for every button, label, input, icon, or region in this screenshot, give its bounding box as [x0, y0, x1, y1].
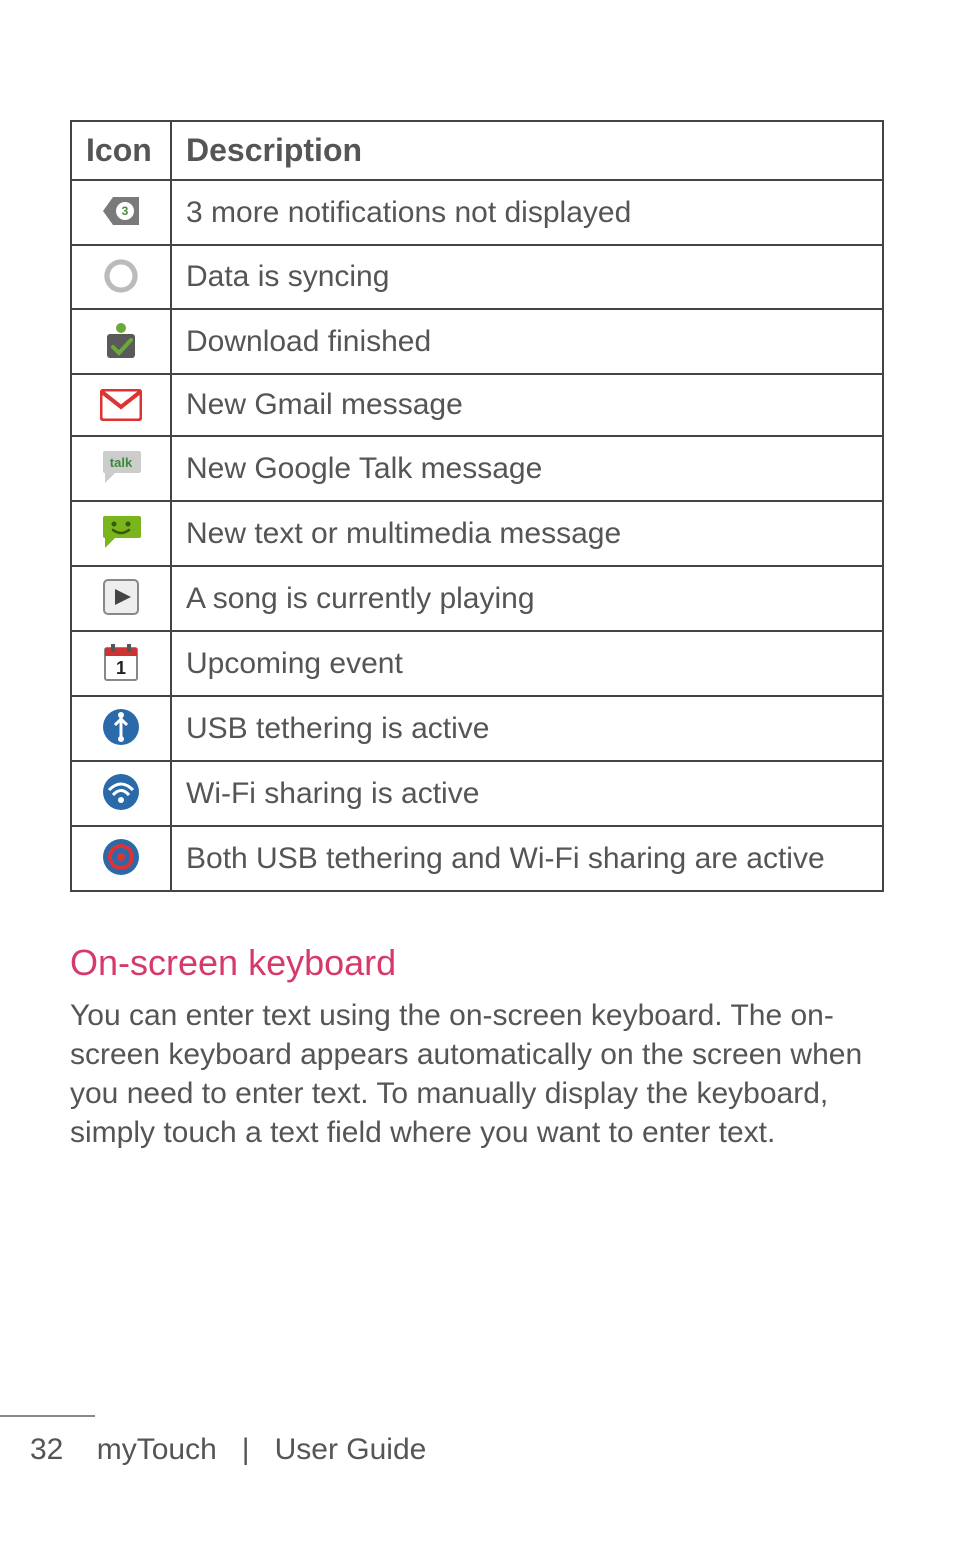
table-row: Wi-Fi sharing is active [71, 761, 883, 826]
usb-tethering-icon [99, 705, 143, 749]
description-cell: A song is currently playing [171, 566, 883, 631]
description-cell: New text or multimedia message [171, 501, 883, 566]
section-body: You can enter text using the on-screen k… [70, 996, 884, 1152]
wifi-sharing-icon [99, 770, 143, 814]
table-row: 3 3 more notifications not displayed [71, 180, 883, 245]
description-cell: 3 more notifications not displayed [171, 180, 883, 245]
google-talk-icon: talk [99, 445, 143, 489]
page-number: 32 [30, 1433, 63, 1466]
footer-product: myTouch [97, 1433, 217, 1466]
description-cell: Wi-Fi sharing is active [171, 761, 883, 826]
table-row: New Gmail message [71, 374, 883, 436]
description-cell: Download finished [171, 309, 883, 374]
download-finished-icon [99, 318, 143, 362]
page-footer: 32 myTouch | User Guide [0, 1433, 954, 1467]
music-playing-icon [99, 575, 143, 619]
section-title: On-screen keyboard [70, 942, 884, 984]
description-cell: New Google Talk message [171, 436, 883, 501]
icon-description-table: Icon Description 3 3 more notifications … [70, 120, 884, 892]
description-cell: Both USB tethering and Wi-Fi sharing are… [171, 826, 883, 891]
table-row: A song is currently playing [71, 566, 883, 631]
usb-wifi-sharing-icon [99, 835, 143, 879]
description-cell: New Gmail message [171, 374, 883, 436]
table-row: talk New Google Talk message [71, 436, 883, 501]
svg-text:talk: talk [110, 455, 133, 470]
table-row: USB tethering is active [71, 696, 883, 761]
table-row: Download finished [71, 309, 883, 374]
more-notifications-icon: 3 [99, 189, 143, 233]
svg-text:1: 1 [116, 658, 126, 678]
footer-doc-title: User Guide [275, 1433, 427, 1466]
description-cell: USB tethering is active [171, 696, 883, 761]
sync-icon [99, 254, 143, 298]
header-icon: Icon [71, 121, 171, 180]
table-row: Both USB tethering and Wi-Fi sharing are… [71, 826, 883, 891]
calendar-event-icon: 1 [99, 640, 143, 684]
svg-text:3: 3 [122, 204, 129, 218]
description-cell: Data is syncing [171, 245, 883, 309]
description-cell: Upcoming event [171, 631, 883, 696]
table-row: Data is syncing [71, 245, 883, 309]
table-row: New text or multimedia message [71, 501, 883, 566]
gmail-icon [99, 383, 143, 427]
footer-separator: | [242, 1433, 250, 1466]
sms-mms-icon [99, 510, 143, 554]
header-description: Description [171, 121, 883, 180]
table-row: 1 Upcoming event [71, 631, 883, 696]
